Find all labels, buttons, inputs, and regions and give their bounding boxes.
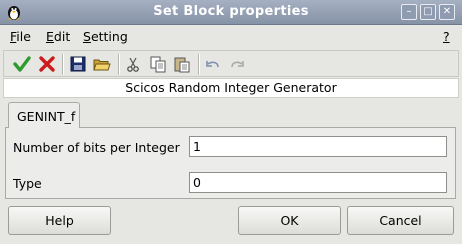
cut-icon[interactable] bbox=[123, 54, 143, 74]
toolbar bbox=[3, 50, 459, 77]
copy-icon[interactable] bbox=[148, 54, 168, 74]
title-bar[interactable]: Set Block properties – □ ✕ bbox=[0, 0, 462, 25]
toolbar-separator bbox=[118, 54, 120, 75]
redo-icon[interactable] bbox=[227, 54, 247, 74]
menu-help[interactable]: ? bbox=[443, 29, 450, 44]
dialog-window: Set Block properties – □ ✕ File Edit Set… bbox=[0, 0, 462, 244]
menu-edit-mnemonic: E bbox=[46, 29, 54, 44]
menu-bar: File Edit Setting ? bbox=[0, 25, 462, 47]
minimize-button[interactable]: – bbox=[401, 4, 417, 20]
ok-button[interactable]: OK bbox=[238, 206, 341, 235]
block-title: Scicos Random Integer Generator bbox=[3, 78, 459, 98]
tab-genint-f[interactable]: GENINT_f bbox=[8, 102, 80, 128]
save-icon[interactable] bbox=[68, 54, 88, 74]
type-input[interactable]: 0 bbox=[189, 172, 447, 193]
menu-file[interactable]: File bbox=[10, 29, 31, 44]
undo-icon[interactable] bbox=[203, 54, 223, 74]
menu-edit-label: dit bbox=[53, 29, 71, 44]
menu-setting-label: etting bbox=[90, 29, 128, 44]
open-folder-icon[interactable] bbox=[92, 54, 112, 74]
menu-setting-mnemonic: S bbox=[83, 29, 91, 44]
check-icon[interactable] bbox=[12, 54, 32, 74]
paste-icon[interactable] bbox=[172, 54, 192, 74]
menu-help-mnemonic: ? bbox=[443, 29, 450, 44]
window-title: Set Block properties bbox=[153, 4, 309, 19]
help-button[interactable]: Help bbox=[8, 206, 111, 235]
param-label-bits: Number of bits per Integer bbox=[13, 140, 180, 155]
bits-per-integer-input[interactable]: 1 bbox=[189, 136, 447, 157]
toolbar-separator bbox=[62, 54, 64, 75]
param-label-type: Type bbox=[13, 176, 42, 191]
cancel-button[interactable]: Cancel bbox=[347, 206, 454, 235]
tab-label: GENINT_f bbox=[17, 109, 76, 124]
cross-icon[interactable] bbox=[37, 54, 57, 74]
menu-setting[interactable]: Setting bbox=[83, 29, 128, 44]
menu-edit[interactable]: Edit bbox=[46, 29, 70, 44]
maximize-button[interactable]: □ bbox=[420, 4, 436, 20]
menu-file-label: ile bbox=[16, 29, 31, 44]
toolbar-separator bbox=[198, 54, 200, 75]
close-button[interactable]: ✕ bbox=[439, 4, 455, 20]
